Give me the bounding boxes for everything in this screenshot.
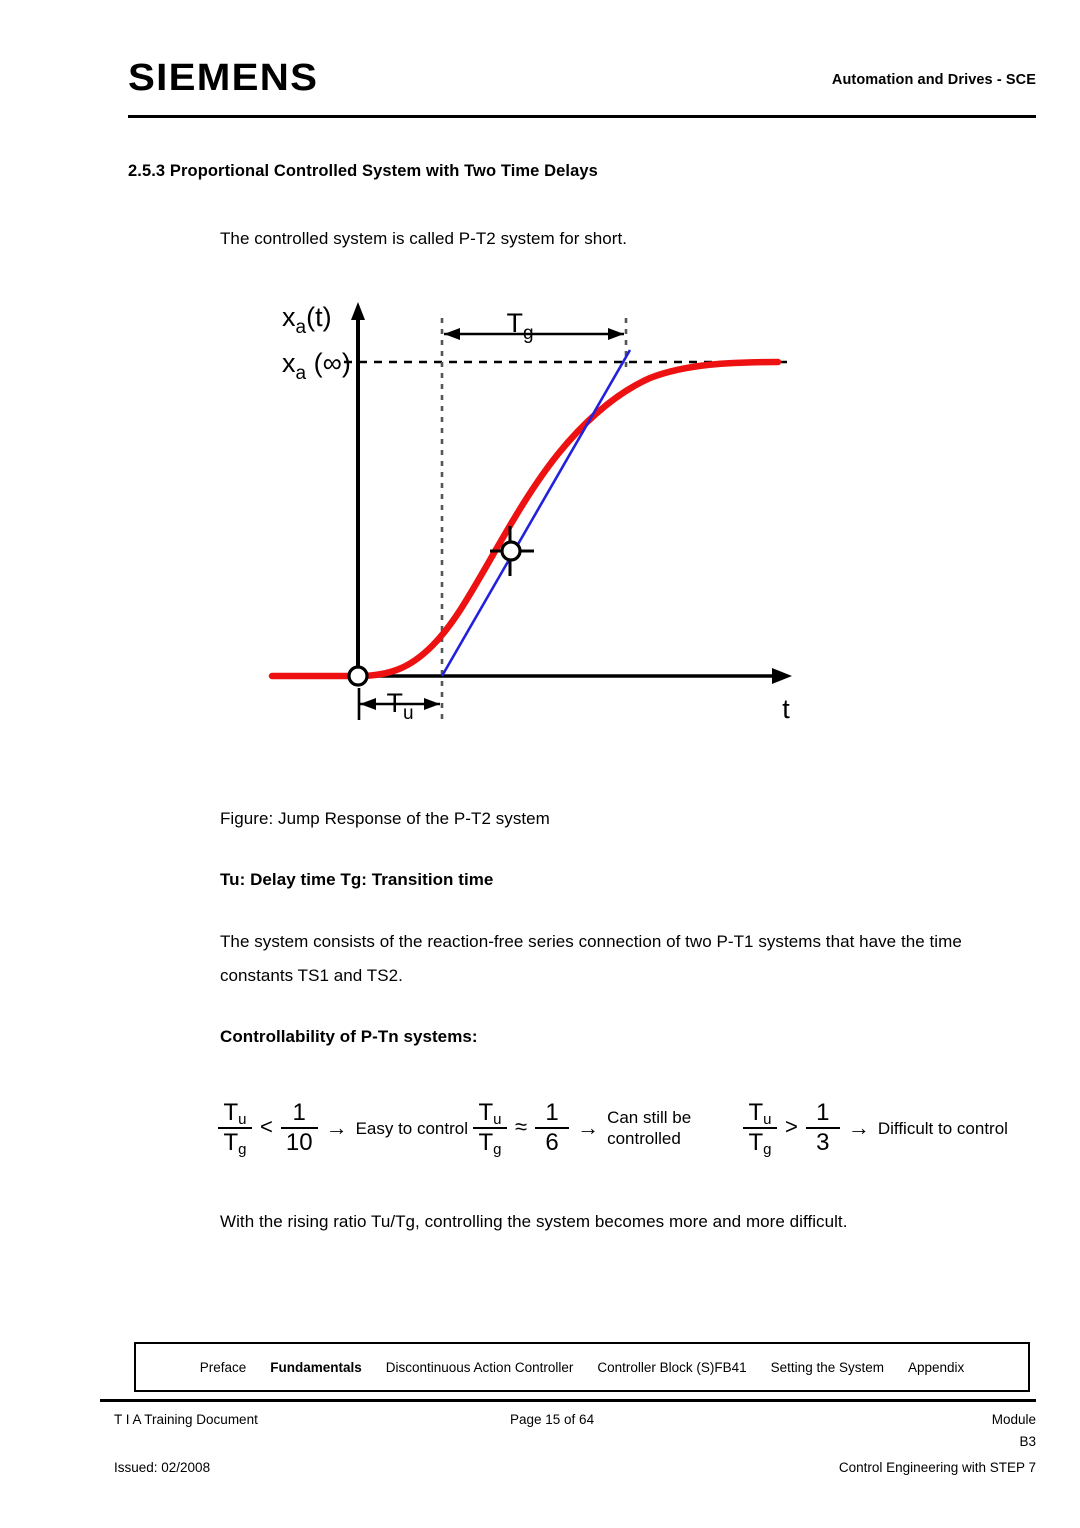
step-response-curve: [268, 358, 782, 680]
siemens-logo: SIEMENS: [128, 57, 319, 99]
series-connection-paragraph: The system consists of the reaction-free…: [220, 932, 962, 985]
asymptote-label: xa (∞): [282, 348, 351, 384]
formula-easy-to-control: Tu Tg < 1 10 → Easy to control: [218, 1078, 468, 1178]
formula-1-arrow-icon: →: [325, 1115, 348, 1140]
formula-2-arrow-icon: →: [577, 1115, 600, 1140]
footer-page-number: Page 15 of 64: [510, 1412, 595, 1427]
formula-3-rhs-denominator: 3: [816, 1129, 830, 1156]
formula-1-lhs-numerator: Tu: [223, 1099, 247, 1128]
tu-tg-definition: Tu: Delay time Tg: Transition time: [220, 870, 494, 889]
tg-left-arrowhead: [444, 328, 460, 340]
formula-2-operator: ≈: [515, 1114, 528, 1139]
formula-2-lhs-denominator: Tg: [478, 1129, 502, 1158]
controllability-formula-row: Tu Tg < 1 10 → Easy to control Tu Tg ≈ 1…: [218, 1078, 1038, 1178]
nav-item-appendix[interactable]: Appendix: [908, 1360, 964, 1375]
formula-2-rhs-fraction: 1 6: [535, 1099, 570, 1157]
x-axis-label: t: [782, 694, 790, 724]
inflection-point-marker: [490, 526, 534, 576]
y-axis-arrowhead: [351, 302, 365, 320]
page-title: 2.5.3 Proportional Controlled System wit…: [128, 162, 598, 180]
formula-difficult-to-control: Tu Tg > 1 3 → Difficult to control: [743, 1078, 1008, 1178]
formula-2-rhs-numerator: 1: [545, 1099, 559, 1126]
nav-item-preface[interactable]: Preface: [200, 1360, 247, 1375]
formula-3-result: Difficult to control: [877, 1118, 1008, 1138]
intro-paragraph: The controlled system is called P-T2 sys…: [220, 229, 628, 248]
header-subtitle: Automation and Drives - SCE: [831, 72, 1036, 88]
tu-left-arrowhead: [360, 698, 376, 710]
footer-course-title: Control Engineering with STEP 7: [838, 1460, 1036, 1475]
formula-3-lhs-denominator: Tg: [748, 1129, 772, 1158]
footer-divider: [100, 1399, 1036, 1402]
origin-marker: [347, 665, 369, 687]
formula-2-rhs-denominator: 6: [545, 1129, 559, 1156]
formula-3-rhs-numerator: 1: [816, 1099, 830, 1126]
formula-2-lhs-numerator: Tu: [478, 1099, 502, 1128]
tu-right-arrowhead: [424, 698, 440, 710]
formula-3-operator: >: [785, 1114, 798, 1139]
page-footer: T I A Training Document Page 15 of 64 Mo…: [100, 1408, 1036, 1498]
footer-module-label: Module: [991, 1412, 1036, 1427]
nav-item-setting-the-system[interactable]: Setting the System: [771, 1360, 884, 1375]
header-divider: [128, 115, 1036, 118]
figure-caption: Figure: Jump Response of the P-T2 system: [220, 809, 550, 828]
jump-response-chart: xa(t) xa (∞) Tg Tu t: [268, 302, 792, 724]
tu-label: Tu: [386, 688, 413, 724]
nav-item-discontinuous-action-controller[interactable]: Discontinuous Action Controller: [386, 1360, 574, 1375]
footer-doc-title: T I A Training Document: [114, 1412, 258, 1427]
formula-3-lhs-numerator: Tu: [748, 1099, 772, 1128]
formula-3-arrow-icon: →: [847, 1115, 870, 1140]
formula-3-lhs-fraction: Tu Tg: [743, 1099, 777, 1157]
tg-label: Tg: [506, 308, 533, 344]
formula-1-rhs-fraction: 1 10: [280, 1099, 318, 1157]
formula-2-lhs-fraction: Tu Tg: [473, 1099, 507, 1157]
formula-1-result: Easy to control: [355, 1118, 469, 1138]
tg-right-arrowhead: [608, 328, 624, 340]
footer-issued-date: Issued: 02/2008: [114, 1460, 211, 1475]
formula-1-rhs-numerator: 1: [292, 1099, 306, 1126]
nav-item-fundamentals[interactable]: Fundamentals: [270, 1360, 362, 1375]
controllability-heading: Controllability of P-Tn systems:: [220, 1027, 478, 1046]
formula-2-result: Can still be controlled: [607, 1108, 692, 1148]
page-header: SIEMENS Automation and Drives - SCE: [128, 56, 1036, 118]
formula-1-rhs-denominator: 10: [285, 1129, 313, 1156]
formula-1-lhs-fraction: Tu Tg: [218, 1099, 252, 1157]
x-axis-arrowhead: [772, 668, 792, 684]
y-axis-label: xa(t): [282, 302, 332, 338]
formula-1-lhs-denominator: Tg: [223, 1129, 247, 1158]
formula-3-rhs-fraction: 1 3: [805, 1099, 840, 1157]
footer-navigation: Preface Fundamentals Discontinuous Actio…: [134, 1342, 1030, 1392]
nav-item-controller-block[interactable]: Controller Block (S)FB41: [597, 1360, 746, 1375]
inflection-tangent-line: [440, 349, 632, 677]
formula-1-operator: <: [260, 1114, 273, 1139]
footer-module-value: B3: [1019, 1434, 1036, 1449]
closing-paragraph: With the rising ratio Tu/Tg, controlling…: [220, 1212, 848, 1231]
formula-can-still-be-controlled: Tu Tg ≈ 1 6 → Can still be controlled: [473, 1078, 737, 1178]
jump-response-figure: xa(t) xa (∞) Tg Tu t: [262, 288, 822, 768]
